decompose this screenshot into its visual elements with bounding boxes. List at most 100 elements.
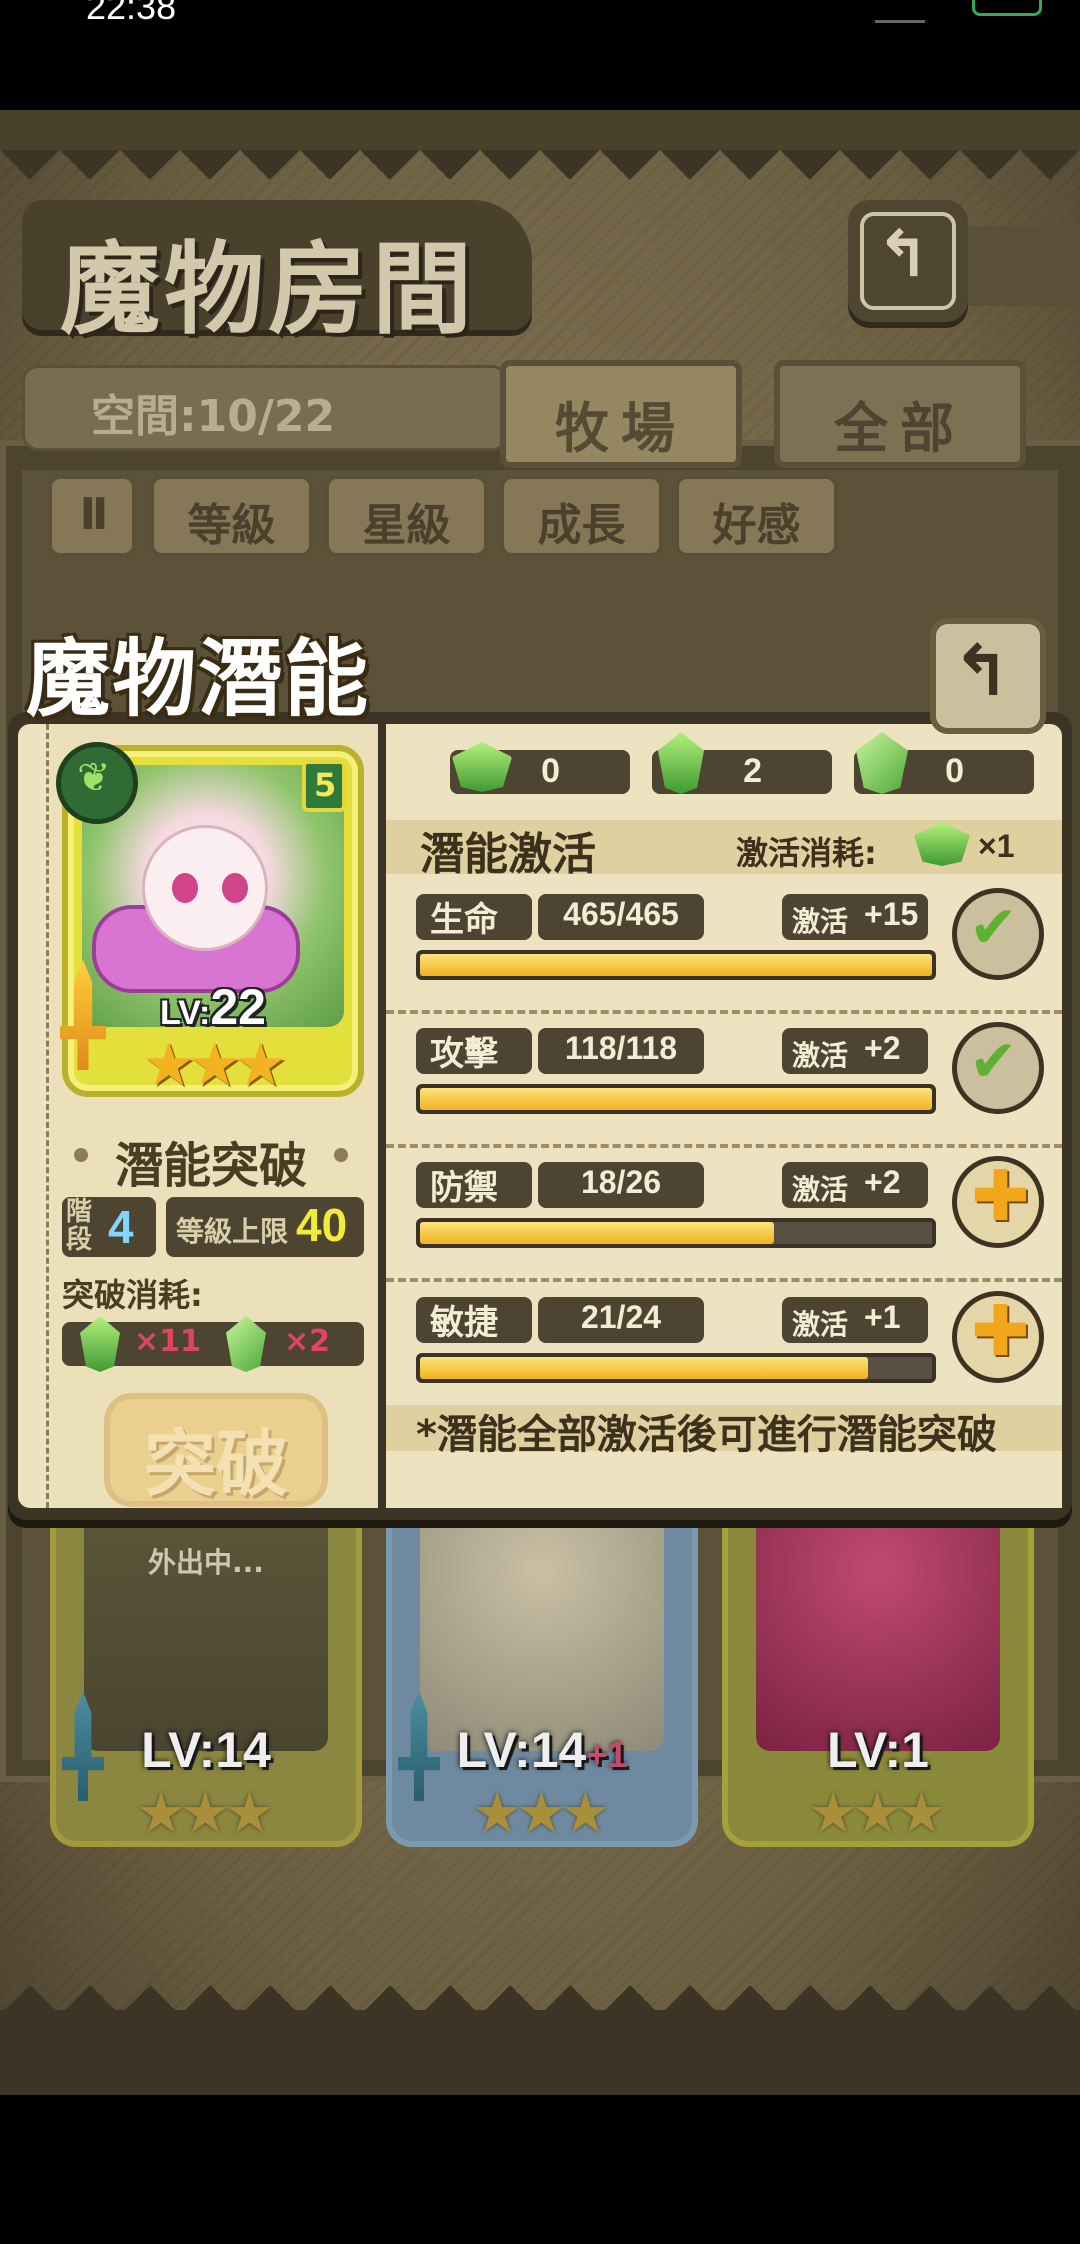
plus-icon: ✚ [971, 1290, 1030, 1372]
stat-progress-fill [420, 954, 932, 976]
status-bar: 22:38 [0, 0, 1080, 110]
stat-bonus-value: +2 [864, 1164, 901, 1200]
breakthrough-button-label: 突破 [143, 1421, 288, 1506]
sort-star-button[interactable]: 星級 [325, 475, 488, 557]
space-counter: 空間:10/22 [22, 365, 508, 451]
stat-progress-bar [416, 950, 936, 980]
stat-value: 18/26 [580, 1164, 662, 1200]
tab-ranch-label: 牧場 [555, 397, 687, 460]
nav-bar [0, 2095, 1080, 2244]
monster-eye [222, 873, 248, 903]
space-text: 空間:10/22 [91, 391, 336, 442]
header-right-bar [968, 226, 1080, 306]
activation-note: *潛能全部激活後可進行潛能突破 [416, 1412, 997, 1458]
monster-face [142, 825, 268, 951]
pane-divider [378, 724, 386, 1508]
stat-row: 敏捷 21/24 激活 +1 ✚ [386, 1283, 1062, 1417]
sort-growth-button[interactable]: 成長 [500, 475, 663, 557]
stat-row: 生命 465/465 激活 +15 ✔ [386, 880, 1062, 1014]
monster-eye [172, 873, 198, 903]
resource-value: 0 [541, 752, 560, 790]
monster-level: LV:14 [141, 1722, 271, 1778]
cost-qty: ×2 [284, 1324, 331, 1359]
activation-title: 潛能激活 [420, 829, 596, 880]
check-icon: ✔ [969, 1027, 1018, 1095]
activation-cost-label: 激活消耗: [736, 834, 877, 872]
level-cap-value: 40 [296, 1199, 348, 1251]
check-icon: ✔ [969, 893, 1018, 961]
sort-level-button[interactable]: 等級 [150, 475, 313, 557]
tab-ranch[interactable]: 牧場 [500, 360, 742, 468]
stage-label: 階段 [66, 1197, 93, 1255]
activation-cost-qty: ×1 [978, 828, 1015, 864]
activate-plus-button[interactable]: ✚ [952, 1155, 1044, 1248]
stage-value: 4 [108, 1201, 134, 1253]
level-bonus: +1 [586, 1734, 628, 1775]
level-value: LV:14 [456, 1722, 587, 1778]
leaf-element-icon: ❦ [56, 742, 138, 824]
star-rating: ★★★ [142, 1030, 287, 1100]
bottom-border [0, 2010, 1080, 2095]
sort-affection-button[interactable]: 好感 [675, 475, 838, 557]
level-cap-label: 等級上限 [176, 1215, 289, 1248]
crystal-icon [226, 1316, 266, 1372]
star-rating: ★★★ [472, 1781, 611, 1846]
stat-bonus-value: +1 [864, 1299, 901, 1335]
stat-name: 防禦 [430, 1168, 498, 1208]
room-title: 魔物房間 [22, 200, 532, 348]
level-value: 22 [210, 979, 266, 1035]
activated-check-button[interactable]: ✔ [952, 1022, 1044, 1114]
sort-affection-label: 好感 [712, 500, 801, 551]
popup-back-button[interactable]: ↰ [930, 618, 1046, 734]
tab-all[interactable]: 全部 [774, 360, 1026, 468]
activate-plus-button[interactable]: ✚ [952, 1290, 1044, 1383]
level-prefix: LV: [160, 994, 211, 1032]
stat-bonus-label: 激活 [792, 1173, 849, 1206]
stat-name: 攻擊 [430, 1034, 498, 1074]
stat-name: 敏捷 [430, 1303, 498, 1343]
return-icon: ↰ [952, 630, 1011, 712]
activated-check-button[interactable]: ✔ [952, 888, 1044, 980]
top-border [0, 110, 1080, 150]
stat-bonus-label: 激活 [792, 1039, 849, 1072]
monster-level: LV:14+1 [392, 1721, 692, 1779]
plus-icon: ✚ [971, 1155, 1030, 1237]
green-gem-icon [80, 1316, 120, 1372]
sort-level-label: 等級 [187, 500, 276, 551]
popup-bottom [386, 1460, 1062, 1508]
breakthrough-cost-label: 突破消耗: [62, 1276, 203, 1314]
tab-all-label: 全部 [834, 397, 966, 460]
rank-badge: 5 [302, 760, 346, 812]
stat-progress-fill [420, 1357, 868, 1379]
monster-level: LV:22 [160, 978, 266, 1036]
bottom-zigzag [0, 1955, 1080, 2015]
stat-bonus-label: 激活 [792, 905, 849, 938]
stat-bonus-label: 激活 [792, 1308, 849, 1341]
stat-value: 465/465 [563, 896, 679, 932]
away-status: 外出中... [148, 1546, 264, 1579]
stat-progress-bar [416, 1353, 936, 1383]
star-rating: ★★★ [808, 1781, 947, 1846]
return-icon: ↰ [876, 218, 930, 292]
room-title-text: 魔物房間 [60, 230, 476, 348]
stat-row: 攻擊 118/118 激活 +2 ✔ [386, 1014, 1062, 1148]
battery-icon [972, 0, 1042, 16]
room-back-button[interactable]: ↰ [848, 200, 968, 322]
breakthrough-button[interactable]: 突破 [104, 1393, 328, 1507]
pause-button[interactable]: II [48, 475, 136, 557]
stat-progress-fill [420, 1222, 775, 1244]
rank-value: 5 [314, 766, 337, 804]
breakthrough-title: 潛能突破 [66, 1126, 356, 1196]
popup-title: 魔物潛能 [26, 629, 371, 728]
monster-level: LV:1 [827, 1722, 929, 1778]
stat-bonus-value: +15 [864, 896, 919, 932]
resource-value: 0 [945, 752, 964, 790]
stat-row: 防禦 18/26 激活 +2 ✚ [386, 1148, 1062, 1282]
stat-name: 生命 [430, 900, 498, 940]
row-divider [386, 1278, 1062, 1282]
sort-growth-label: 成長 [537, 500, 626, 551]
cost-qty: ×11 [134, 1324, 201, 1359]
signal-icon [875, 6, 925, 23]
stat-progress-bar [416, 1218, 936, 1248]
stat-value: 118/118 [564, 1030, 678, 1066]
